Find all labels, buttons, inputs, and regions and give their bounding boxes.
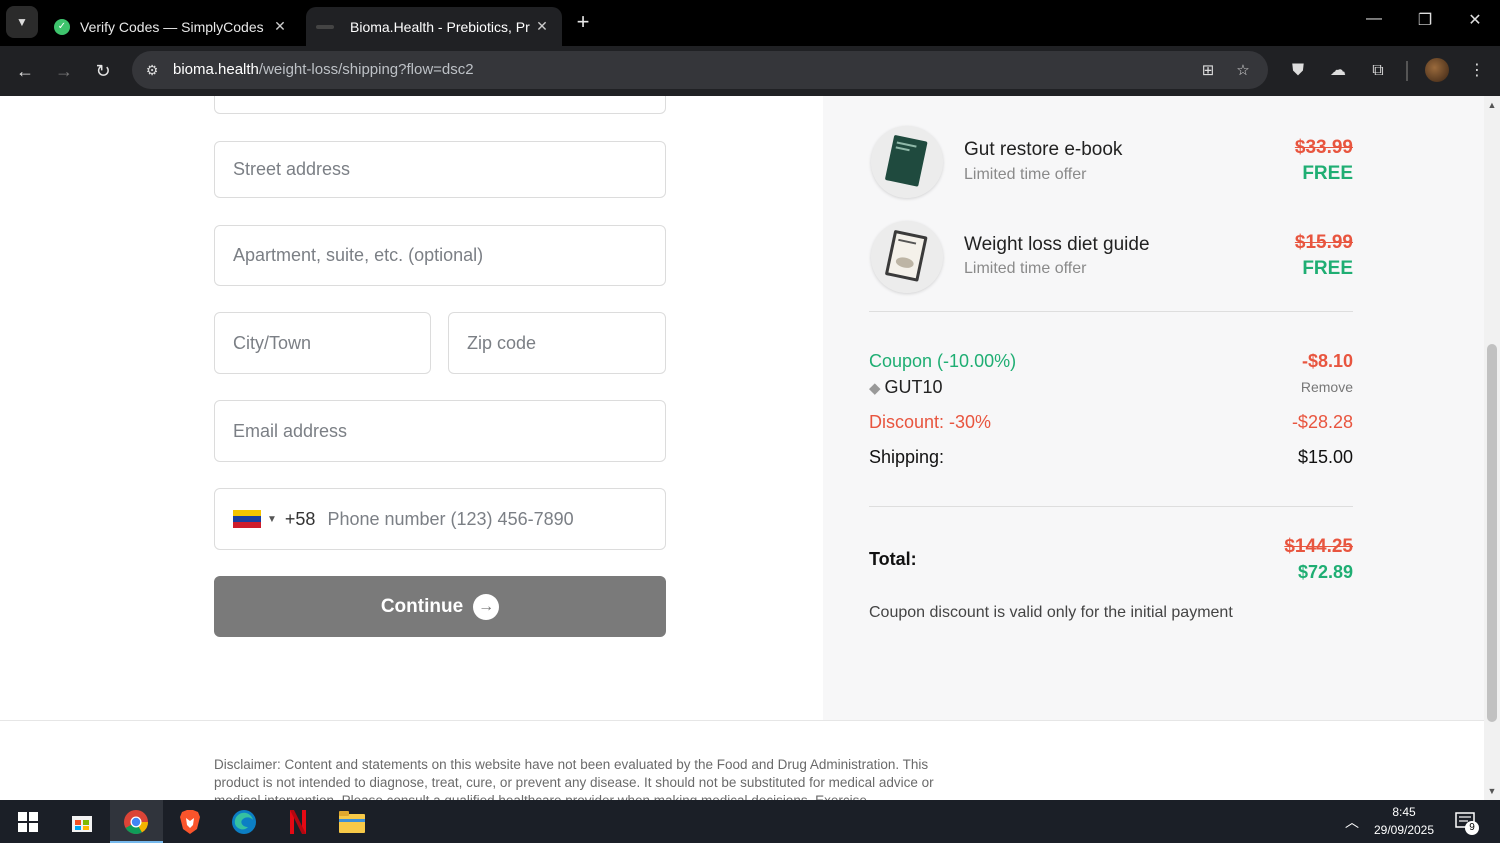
product-name: Gut restore e-book: [964, 139, 1123, 160]
email-placeholder: Email address: [233, 420, 348, 441]
coupon-code: GUT10: [884, 377, 943, 397]
continue-label: Continue: [380, 595, 464, 617]
browser-tab-bar: ▼ ✓ Verify Codes — SimplyCodes ✕ Bioma.H…: [0, 0, 1500, 46]
url-text[interactable]: bioma.health/weight-loss/shipping?flow=d…: [173, 61, 474, 78]
product-price: FREE: [1302, 163, 1353, 184]
product-subtitle: Limited time offer: [964, 260, 1087, 277]
street-address-placeholder: Street address: [233, 159, 351, 179]
bioma-favicon-icon: [316, 24, 334, 29]
browser-menu-icon[interactable]: ⋮: [1465, 59, 1489, 83]
store-icon[interactable]: [66, 806, 98, 838]
clock-date: 29/09/2025: [1373, 823, 1435, 837]
profile-avatar[interactable]: [1425, 58, 1449, 82]
street-address-field[interactable]: Street address: [214, 141, 666, 198]
tab-close-icon[interactable]: ✕: [268, 18, 292, 35]
zip-code-field[interactable]: Zip code: [448, 312, 666, 374]
file-explorer-icon[interactable]: [336, 806, 368, 838]
product-subtitle: Limited time offer: [964, 166, 1087, 183]
venezuela-flag-icon[interactable]: [233, 510, 261, 528]
new-tab-plus-icon[interactable]: +: [570, 9, 596, 35]
restore-icon[interactable]: ❐: [1410, 10, 1440, 30]
scrollbar-thumb[interactable]: [1487, 344, 1497, 722]
product-old-price: $33.99: [1294, 137, 1353, 158]
cloud-extension-icon[interactable]: ☁: [1326, 59, 1350, 83]
country-dropdown-chevron-icon[interactable]: ▼: [267, 514, 277, 525]
summary-divider: [869, 311, 1353, 312]
extensions-puzzle-icon[interactable]: ⧉: [1366, 59, 1390, 83]
tab-search-chevron-icon[interactable]: ▼: [6, 6, 38, 38]
close-window-icon[interactable]: ✕: [1460, 10, 1490, 30]
remove-coupon-link[interactable]: Remove: [1253, 379, 1353, 395]
disclaimer-text: Disclaimer: Content and statements on th…: [214, 757, 934, 800]
total-label: Total:: [869, 549, 917, 569]
brave-icon[interactable]: [174, 806, 206, 838]
phone-field[interactable]: ▼ +58 Phone number (123) 456-7890: [214, 488, 666, 550]
coupon-label: Coupon (-10.00%): [869, 351, 1017, 371]
reload-icon[interactable]: ↻: [89, 57, 117, 85]
forward-arrow-icon[interactable]: →: [50, 57, 78, 85]
netflix-icon[interactable]: [282, 806, 314, 838]
toolbar-separator: [1406, 61, 1408, 81]
total-old-price: $144.25: [1284, 536, 1353, 557]
windows-taskbar: ︿ 8:45 29/09/2025 9: [0, 800, 1500, 843]
weight-loss-guide-image: [871, 221, 943, 293]
summary-divider: [869, 506, 1353, 507]
city-placeholder: City/Town: [233, 332, 312, 353]
zip-placeholder: Zip code: [467, 332, 537, 353]
arrow-right-circle-icon: →: [473, 593, 500, 620]
apartment-placeholder: Apartment, suite, etc. (optional): [233, 245, 484, 265]
site-info-icon[interactable]: ⚙: [142, 60, 162, 80]
footer-divider: [0, 720, 1484, 721]
product-price: FREE: [1302, 258, 1353, 279]
edge-icon[interactable]: [228, 806, 260, 838]
phone-placeholder: Phone number (123) 456-7890: [327, 508, 574, 529]
discount-amount: -$28.28: [1291, 412, 1353, 432]
scroll-up-arrow-icon[interactable]: ▲: [1484, 98, 1500, 112]
gut-restore-ebook-image: [871, 126, 943, 198]
phone-country-code: +58: [284, 508, 316, 529]
total-price: $72.89: [1297, 562, 1353, 582]
translate-icon[interactable]: ⊞: [1197, 60, 1219, 82]
shield-extension-icon[interactable]: ⛊: [1286, 59, 1310, 83]
tab-title: Verify Codes — SimplyCodes: [80, 18, 264, 35]
coupon-amount: -$8.10: [1301, 351, 1353, 371]
minimize-icon[interactable]: —: [1359, 10, 1389, 28]
browser-toolbar: ← → ↻ ⚙ bioma.health/weight-loss/shippin…: [0, 46, 1500, 96]
bookmark-star-icon[interactable]: ☆: [1232, 60, 1254, 82]
tab-close-icon[interactable]: ✕: [530, 18, 554, 35]
chrome-icon[interactable]: [120, 806, 152, 838]
coupon-code-row: ◆ GUT10: [869, 377, 943, 398]
url-path: /weight-loss/shipping?flow=dsc2: [258, 61, 474, 78]
previous-field-partial[interactable]: [214, 96, 666, 114]
email-field[interactable]: Email address: [214, 400, 666, 462]
notifications-icon[interactable]: 9: [1450, 806, 1482, 838]
url-host: bioma.health: [173, 61, 259, 78]
address-bar[interactable]: ⚙ bioma.health/weight-loss/shipping?flow…: [132, 51, 1268, 89]
city-field[interactable]: City/Town: [214, 312, 431, 374]
product-name: Weight loss diet guide: [964, 234, 1150, 255]
tab-bioma[interactable]: Bioma.Health - Prebiotics, Probi ✕: [306, 7, 562, 46]
continue-button[interactable]: Continue →: [214, 576, 666, 637]
shipping-label: Shipping:: [869, 447, 945, 467]
simplycodes-favicon-icon: ✓: [54, 18, 70, 35]
coupon-note: Coupon discount is valid only for the in…: [869, 604, 1233, 621]
tag-icon: ◆: [869, 379, 881, 397]
tab-title: Bioma.Health - Prebiotics, Probi: [350, 18, 530, 35]
apartment-field[interactable]: Apartment, suite, etc. (optional): [214, 225, 666, 286]
shipping-amount: $15.00: [1297, 447, 1353, 467]
product-old-price: $15.99: [1294, 232, 1353, 253]
tab-simplycodes[interactable]: ✓ Verify Codes — SimplyCodes ✕: [44, 7, 300, 46]
clock-time: 8:45: [1392, 805, 1416, 819]
back-arrow-icon[interactable]: ←: [11, 57, 39, 85]
scroll-down-arrow-icon[interactable]: ▼: [1484, 784, 1500, 798]
page-content: Street address Apartment, suite, etc. (o…: [0, 96, 1484, 800]
discount-label: Discount: -30%: [869, 412, 992, 432]
notification-count-badge: 9: [1465, 821, 1479, 835]
windows-start-icon[interactable]: [12, 806, 44, 838]
page-scrollbar[interactable]: ▲ ▼: [1484, 96, 1500, 800]
taskbar-clock[interactable]: 8:45 29/09/2025: [1362, 803, 1446, 839]
